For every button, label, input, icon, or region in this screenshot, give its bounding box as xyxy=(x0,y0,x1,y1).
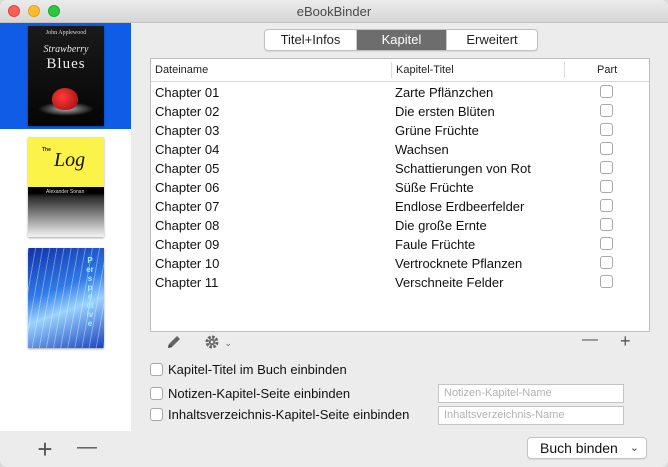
cell-chapter-title[interactable]: Wachsen xyxy=(395,142,449,157)
cover-the: The xyxy=(42,147,51,153)
cell-filename: Chapter 06 xyxy=(155,180,220,195)
chevron-down-icon: ⌄ xyxy=(629,442,639,454)
book-cover-image: John Applewood Strawberry Blues xyxy=(28,26,104,126)
bind-book-button[interactable]: Buch binden ⌄ xyxy=(527,437,647,459)
cell-filename: Chapter 09 xyxy=(155,237,220,252)
table-row[interactable]: Chapter 04 Wachsen xyxy=(151,140,649,159)
cover-author: John Applewood xyxy=(45,30,87,36)
cell-filename: Chapter 07 xyxy=(155,199,220,214)
notes-chapter-name-field[interactable]: Notizen-Kapitel-Name xyxy=(438,384,624,403)
add-chapter-button[interactable]: + xyxy=(620,331,631,351)
table-toolbar: ⌄ — + xyxy=(150,330,650,357)
book-cover-image: The Log Alexander Sonan xyxy=(28,137,104,237)
toc-name-field[interactable]: Inhaltsverzeichnis-Name xyxy=(438,406,624,425)
cell-filename: Chapter 08 xyxy=(155,218,220,233)
gear-icon xyxy=(204,335,220,354)
book-item-perspective[interactable]: Perspective xyxy=(0,245,131,351)
cell-filename: Chapter 10 xyxy=(155,256,220,271)
table-row[interactable]: Chapter 07 Endlose Erdbeerfelder xyxy=(151,197,649,216)
part-checkbox[interactable] xyxy=(600,85,613,98)
cell-filename: Chapter 03 xyxy=(155,123,220,138)
book-item-strawberry-blues[interactable]: John Applewood Strawberry Blues xyxy=(0,23,131,129)
table-body: Chapter 01 Zarte Pflänzchen Chapter 02 D… xyxy=(151,83,649,292)
column-header-filename[interactable]: Dateiname xyxy=(155,64,208,76)
cover-title: Log xyxy=(54,149,86,171)
table-row[interactable]: Chapter 03 Grüne Früchte xyxy=(151,121,649,140)
part-checkbox[interactable] xyxy=(600,142,613,155)
cover-title: Perspective xyxy=(86,256,94,328)
remove-book-button[interactable]: — xyxy=(76,436,98,458)
cell-filename: Chapter 04 xyxy=(155,142,220,157)
table-row[interactable]: Chapter 05 Schattierungen von Rot xyxy=(151,159,649,178)
table-header: Dateiname Kapitel-Titel Part xyxy=(151,59,649,82)
strawberry-graphic xyxy=(52,88,78,110)
table-row[interactable]: Chapter 02 Die ersten Blüten xyxy=(151,102,649,121)
add-book-button[interactable]: + xyxy=(34,436,56,462)
toc-page-checkbox[interactable] xyxy=(150,408,163,421)
cell-chapter-title[interactable]: Süße Früchte xyxy=(395,180,474,195)
tab-erweitert[interactable]: Erweitert xyxy=(447,30,537,50)
remove-chapter-button[interactable]: — xyxy=(582,330,598,350)
table-row[interactable]: Chapter 01 Zarte Pflänzchen xyxy=(151,83,649,102)
table-row[interactable]: Chapter 09 Faule Früchte xyxy=(151,235,649,254)
notes-page-label: Notizen-Kapitel-Seite einbinden xyxy=(168,386,351,401)
book-item-the-log[interactable]: The Log Alexander Sonan xyxy=(0,134,131,240)
cell-chapter-title[interactable]: Die ersten Blüten xyxy=(395,104,495,119)
option-notes-page[interactable]: Notizen-Kapitel-Seite einbinden xyxy=(150,386,350,401)
cell-chapter-title[interactable]: Faule Früchte xyxy=(395,237,475,252)
part-checkbox[interactable] xyxy=(600,256,613,269)
sidebar-footer: + — xyxy=(0,431,131,467)
part-checkbox[interactable] xyxy=(600,123,613,136)
column-divider xyxy=(391,62,392,78)
table-row[interactable]: Chapter 10 Vertrocknete Pflanzen xyxy=(151,254,649,273)
table-row[interactable]: Chapter 06 Süße Früchte xyxy=(151,178,649,197)
chevron-down-icon: ⌄ xyxy=(224,338,232,348)
notes-page-checkbox[interactable] xyxy=(150,387,163,400)
column-header-chapter-title[interactable]: Kapitel-Titel xyxy=(396,64,454,76)
option-toc-page[interactable]: Inhaltsverzeichnis-Kapitel-Seite einbind… xyxy=(150,407,409,422)
cover-title-line1: Strawberry xyxy=(43,44,89,55)
part-checkbox[interactable] xyxy=(600,275,613,288)
part-checkbox[interactable] xyxy=(600,161,613,174)
cell-chapter-title[interactable]: Verschneite Felder xyxy=(395,275,503,290)
part-checkbox[interactable] xyxy=(600,104,613,117)
app-window: eBookBinder John Applewood Strawberry Bl… xyxy=(0,0,668,467)
chapter-table: Dateiname Kapitel-Titel Part Chapter 01 … xyxy=(150,58,650,332)
cell-chapter-title[interactable]: Die große Ernte xyxy=(395,218,487,233)
cell-filename: Chapter 11 xyxy=(155,275,219,290)
cover-author: Alexander Sonan xyxy=(46,189,85,195)
column-divider xyxy=(564,62,565,78)
cell-filename: Chapter 05 xyxy=(155,161,220,176)
table-row[interactable]: Chapter 08 Die große Ernte xyxy=(151,216,649,235)
tab-bar: Titel+Infos Kapitel Erweitert xyxy=(264,29,538,51)
bind-book-label: Buch binden xyxy=(540,440,618,456)
column-header-part[interactable]: Part xyxy=(597,64,617,76)
cell-chapter-title[interactable]: Endlose Erdbeerfelder xyxy=(395,199,524,214)
part-checkbox[interactable] xyxy=(600,199,613,212)
table-row[interactable]: Chapter 11 Verschneite Felder xyxy=(151,273,649,292)
cell-chapter-title[interactable]: Zarte Pflänzchen xyxy=(395,85,493,100)
gear-menu-button[interactable]: ⌄ xyxy=(204,334,232,357)
part-checkbox[interactable] xyxy=(600,180,613,193)
part-checkbox[interactable] xyxy=(600,218,613,231)
pencil-icon[interactable] xyxy=(166,334,182,356)
chapter-titles-label: Kapitel-Titel im Buch einbinden xyxy=(168,362,347,377)
option-chapter-titles[interactable]: Kapitel-Titel im Buch einbinden xyxy=(150,362,347,377)
window-title: eBookBinder xyxy=(296,4,372,19)
cell-chapter-title[interactable]: Vertrocknete Pflanzen xyxy=(395,256,522,271)
cell-filename: Chapter 02 xyxy=(155,104,220,119)
cell-chapter-title[interactable]: Schattierungen von Rot xyxy=(395,161,531,176)
book-list-sidebar: John Applewood Strawberry Blues The Log … xyxy=(0,23,131,431)
tab-kapitel[interactable]: Kapitel xyxy=(357,30,447,50)
part-checkbox[interactable] xyxy=(600,237,613,250)
chapter-titles-checkbox[interactable] xyxy=(150,363,163,376)
title-bar: eBookBinder xyxy=(0,0,668,23)
toc-page-label: Inhaltsverzeichnis-Kapitel-Seite einbind… xyxy=(168,407,410,422)
cover-title-line2: Blues xyxy=(46,56,86,72)
book-cover-image: Perspective xyxy=(28,248,104,348)
tab-titel-infos[interactable]: Titel+Infos xyxy=(265,30,357,50)
cell-filename: Chapter 01 xyxy=(155,85,220,100)
cell-chapter-title[interactable]: Grüne Früchte xyxy=(395,123,479,138)
